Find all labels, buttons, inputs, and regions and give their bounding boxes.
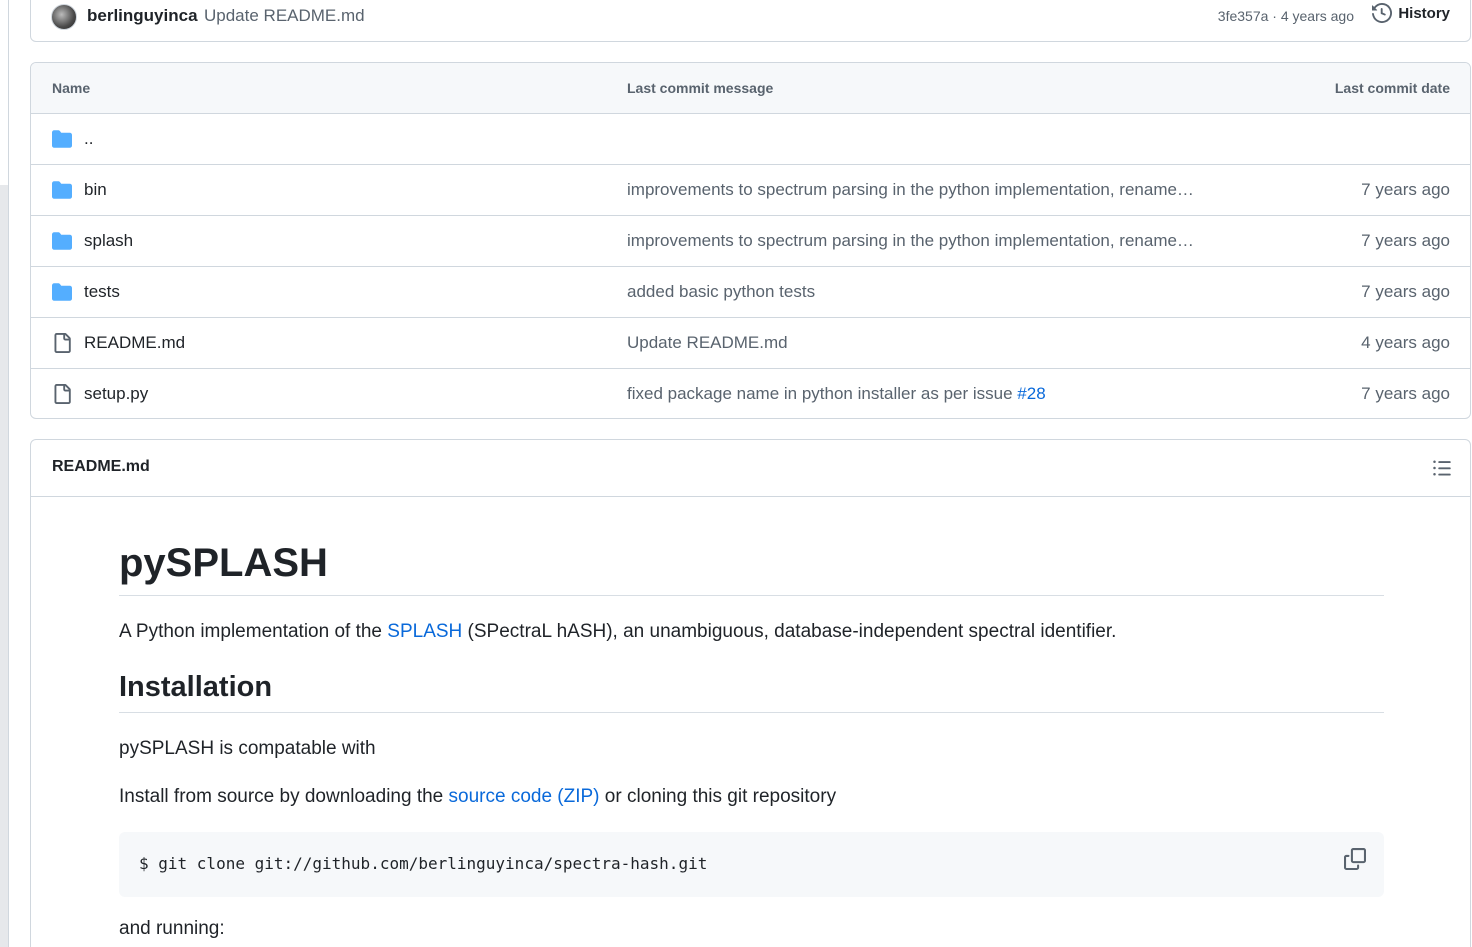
file-name[interactable]: .. (84, 129, 93, 149)
header-name: Name (52, 80, 91, 96)
commit-date: 7 years ago (1361, 384, 1450, 403)
file-name[interactable]: setup.py (84, 384, 148, 404)
copy-icon[interactable] (1344, 848, 1366, 871)
commit-message[interactable]: improvements to spectrum parsing in the … (627, 180, 1194, 200)
source-code-link[interactable]: source code (ZIP) (449, 786, 600, 807)
latest-commit-bar: berlinguyinca Update README.md 3fe357a ·… (30, 0, 1471, 42)
table-row[interactable]: tests added basic python tests 7 years a… (31, 267, 1470, 318)
history-icon (1372, 3, 1393, 23)
file-icon (54, 384, 71, 404)
readme-title[interactable]: README.md (52, 458, 150, 476)
page-scrollbar[interactable] (0, 0, 9, 947)
header-commit-message: Last commit message (627, 80, 774, 96)
code-text: $ git clone git://github.com/berlinguyin… (139, 854, 708, 874)
history-button[interactable]: History (1372, 3, 1450, 23)
table-row[interactable]: setup.py fixed package name in python in… (31, 369, 1470, 418)
table-row-parent[interactable]: .. (31, 114, 1470, 165)
readme-header: README.md (31, 440, 1470, 497)
readme-intro: A Python implementation of the SPLASH (S… (119, 620, 1384, 645)
readme-body: pySPLASH A Python implementation of the … (119, 497, 1384, 942)
issue-link[interactable]: #28 (1017, 384, 1045, 403)
commit-date: 7 years ago (1361, 231, 1450, 250)
file-name[interactable]: tests (84, 282, 120, 302)
commit-message-wrap[interactable]: fixed package name in python installer a… (627, 384, 1046, 404)
commit-date: 4 years ago (1361, 333, 1450, 352)
commit-sha-time[interactable]: 3fe357a · 4 years ago (1218, 8, 1354, 24)
readme-trailing-text: and running: (119, 918, 225, 940)
intro-text-before: A Python implementation of the (119, 621, 388, 642)
code-block: $ git clone git://github.com/berlinguyin… (119, 832, 1384, 898)
file-name[interactable]: bin (84, 180, 107, 200)
install-text-after: or cloning this git repository (599, 786, 837, 808)
folder-icon (52, 283, 72, 301)
file-icon (54, 333, 71, 353)
file-table: Name Last commit message Last commit dat… (30, 62, 1471, 419)
commit-message[interactable]: fixed package name in python installer a… (627, 384, 1017, 403)
commit-author[interactable]: berlinguyinca (87, 6, 198, 26)
readme-panel: README.md pySPLASH A Python implementati… (30, 439, 1471, 947)
file-name[interactable]: README.md (84, 333, 185, 353)
folder-icon (52, 130, 72, 148)
scrollbar-thumb[interactable] (0, 185, 8, 947)
author-avatar[interactable] (51, 4, 77, 30)
table-row[interactable]: splash improvements to spectrum parsing … (31, 216, 1470, 267)
readme-install: Install from source by downloading the s… (119, 785, 1384, 810)
readme-compat: pySPLASH is compatable with (119, 737, 376, 759)
folder-icon (52, 181, 72, 199)
table-row[interactable]: README.md Update README.md 4 years ago (31, 318, 1470, 369)
commit-message[interactable]: improvements to spectrum parsing in the … (627, 231, 1194, 251)
readme-heading-1: pySPLASH (119, 541, 1384, 596)
splash-link[interactable]: SPLASH (387, 621, 462, 642)
commit-date: 7 years ago (1361, 180, 1450, 199)
install-text-before: Install from source by downloading the (119, 786, 449, 808)
commit-date: 7 years ago (1361, 282, 1450, 301)
readme-heading-installation: Installation (119, 671, 1384, 713)
intro-text-after: (SPectraL hASH), an unambiguous, databas… (462, 621, 1117, 642)
commit-message[interactable]: added basic python tests (627, 282, 815, 302)
folder-icon (52, 232, 72, 250)
file-name[interactable]: splash (84, 231, 133, 251)
header-commit-date: Last commit date (1334, 80, 1450, 96)
outline-icon[interactable] (1432, 458, 1452, 478)
history-label: History (1398, 4, 1450, 22)
commit-message[interactable]: Update README.md (627, 333, 788, 353)
table-header: Name Last commit message Last commit dat… (31, 63, 1470, 114)
commit-message[interactable]: Update README.md (204, 6, 365, 26)
table-row[interactable]: bin improvements to spectrum parsing in … (31, 165, 1470, 216)
